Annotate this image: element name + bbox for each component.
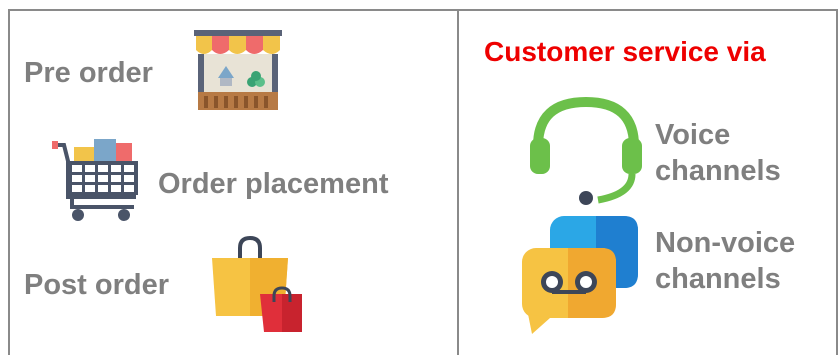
frame-border-left: [8, 9, 10, 355]
panel-divider: [457, 9, 459, 355]
voice-channels-line2: channels: [655, 155, 781, 187]
voice-channels-line1: Voice: [655, 119, 731, 151]
chat-bubbles-icon: [518, 214, 642, 343]
customer-service-heading: Customer service via: [484, 36, 766, 67]
frame-border-top: [8, 9, 838, 11]
diagram-frame: Pre order Order placement Post order Cus…: [0, 0, 840, 355]
headset-icon: [528, 94, 644, 211]
pre-order-label: Pre order: [24, 57, 153, 89]
shopping-cart-icon: [52, 137, 142, 228]
order-placement-label: Order placement: [158, 168, 389, 200]
non-voice-channels-line1: Non-voice: [655, 227, 796, 259]
non-voice-channels-line2: channels: [655, 263, 781, 295]
market-stall-icon: [194, 24, 282, 115]
shopping-bags-icon: [208, 235, 308, 339]
frame-border-right: [836, 9, 838, 355]
post-order-label: Post order: [24, 269, 170, 301]
